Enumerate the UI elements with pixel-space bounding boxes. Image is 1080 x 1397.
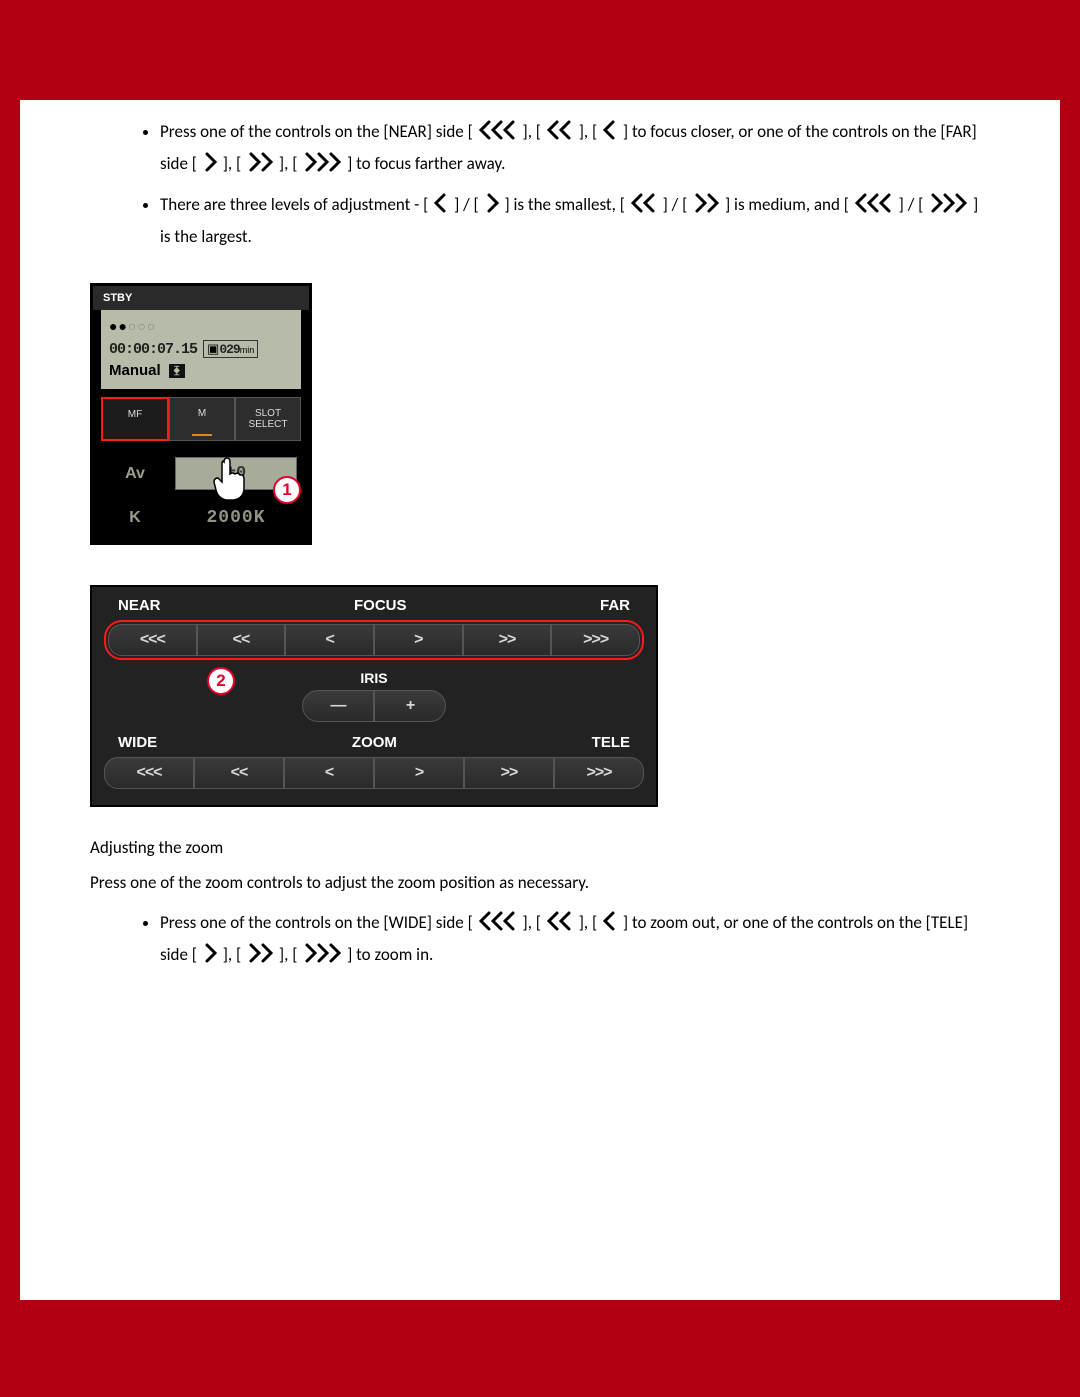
slot-select-button[interactable]: SLOT SELECT — [235, 397, 301, 441]
zoom-instructions-list: Press one of the controls on the [WIDE] … — [90, 907, 990, 972]
tap-hand-icon — [208, 456, 248, 504]
triple-left-chevron-icon — [853, 192, 895, 214]
text: ], [ — [523, 912, 542, 933]
m-button[interactable]: M — [169, 397, 235, 441]
iris-plus-button[interactable]: + — [374, 690, 446, 722]
lcd-panel: ●●○○○ 00:00:07.15 ▣029min Manual ⧱ — [101, 310, 301, 389]
focus-far-1-button[interactable]: > — [374, 624, 463, 656]
single-left-chevron-icon — [432, 192, 450, 214]
single-right-chevron-icon — [201, 151, 219, 173]
focus-near-1-button[interactable]: < — [285, 624, 374, 656]
iris-button-strip: — + — [104, 690, 644, 722]
tele-label: TELE — [592, 734, 630, 751]
double-right-chevron-icon — [245, 942, 275, 964]
zoom-instruction-1: Press one of the controls on the [WIDE] … — [160, 907, 990, 972]
camera-screen-figure: STBY ●●○○○ 00:00:07.15 ▣029min Manual ⧱ … — [90, 283, 312, 545]
text: Press one of the controls on the [WIDE] … — [160, 912, 473, 933]
zoom-tele-2-button[interactable]: >> — [464, 757, 554, 789]
exposure-icon: ⧱ — [169, 364, 185, 378]
focus-instruction-1: Press one of the controls on the [NEAR] … — [160, 116, 990, 181]
triple-right-chevron-icon — [301, 151, 343, 173]
focus-far-3-button[interactable]: >>> — [551, 624, 640, 656]
triple-right-chevron-icon — [301, 942, 343, 964]
text: There are three levels of adjustment - [ — [160, 194, 428, 215]
single-left-chevron-icon — [601, 910, 619, 932]
text: ], [ — [522, 121, 541, 142]
zoom-button-strip: <<< << < > >> >>> — [104, 757, 644, 789]
iris-label: IRIS — [104, 670, 644, 686]
page-dots: ●●○○○ — [109, 318, 293, 334]
mf-button[interactable]: MF — [101, 397, 169, 441]
text: ], [ — [279, 153, 298, 174]
text: ], [ — [579, 912, 598, 933]
text: ] / [ — [899, 194, 924, 215]
double-right-chevron-icon — [691, 192, 721, 214]
text: Press one of the controls on the [NEAR] … — [160, 121, 473, 142]
focus-instruction-2: There are three levels of adjustment - [… — [160, 189, 990, 254]
text: ] to focus farther away. — [347, 153, 505, 174]
focus-instructions-list: Press one of the controls on the [NEAR] … — [90, 116, 990, 253]
near-label: NEAR — [118, 597, 161, 614]
triple-left-chevron-icon — [477, 910, 519, 932]
text: ] is medium, and [ — [725, 194, 849, 215]
zoom-tele-3-button[interactable]: >>> — [554, 757, 644, 789]
document-page: Press one of the controls on the [NEAR] … — [20, 100, 1060, 1300]
focus-iris-zoom-panel-figure: NEAR FOCUS FAR <<< << < > >> >>> IRIS — … — [90, 585, 658, 807]
single-right-chevron-icon — [201, 942, 219, 964]
focus-far-2-button[interactable]: >> — [463, 624, 552, 656]
av-label: Av — [105, 465, 165, 483]
callout-2: 2 — [207, 667, 235, 695]
focus-label: FOCUS — [161, 597, 600, 614]
zoom-heading: Adjusting the zoom — [90, 837, 990, 858]
k-value: 2000K — [175, 508, 297, 528]
iris-minus-button[interactable]: — — [302, 690, 374, 722]
zoom-label: ZOOM — [157, 734, 591, 751]
single-left-chevron-icon — [601, 119, 619, 141]
callout-1: 1 — [273, 476, 301, 504]
k-label: K — [105, 509, 165, 527]
zoom-wide-2-button[interactable]: << — [194, 757, 284, 789]
focus-near-2-button[interactable]: << — [197, 624, 286, 656]
wide-label: WIDE — [118, 734, 157, 751]
text: ] / [ — [663, 194, 688, 215]
triple-right-chevron-icon — [927, 192, 969, 214]
text: ], [ — [279, 944, 298, 965]
text: ], [ — [223, 153, 242, 174]
zoom-tele-1-button[interactable]: > — [374, 757, 464, 789]
text: ] to zoom in. — [347, 944, 433, 965]
far-label: FAR — [600, 597, 630, 614]
double-left-chevron-icon — [629, 192, 659, 214]
text: ] / [ — [454, 194, 479, 215]
focus-near-3-button[interactable]: <<< — [108, 624, 197, 656]
zoom-wide-1-button[interactable]: < — [284, 757, 374, 789]
timecode-value: 00:00:07.15 — [109, 341, 197, 358]
zoom-wide-3-button[interactable]: <<< — [104, 757, 194, 789]
zoom-intro: Press one of the zoom controls to adjust… — [90, 872, 990, 893]
focus-button-strip: <<< << < > >> >>> — [104, 620, 644, 660]
text: ], [ — [579, 121, 598, 142]
stby-indicator: STBY — [93, 286, 309, 310]
double-right-chevron-icon — [245, 151, 275, 173]
single-right-chevron-icon — [483, 192, 501, 214]
remaining-time: ▣029min — [203, 340, 258, 358]
double-left-chevron-icon — [545, 910, 575, 932]
manual-mode-label: Manual ⧱ — [109, 362, 293, 379]
double-left-chevron-icon — [545, 119, 575, 141]
text: ] is the smallest, [ — [504, 194, 624, 215]
triple-left-chevron-icon — [477, 119, 519, 141]
text: ], [ — [223, 944, 242, 965]
